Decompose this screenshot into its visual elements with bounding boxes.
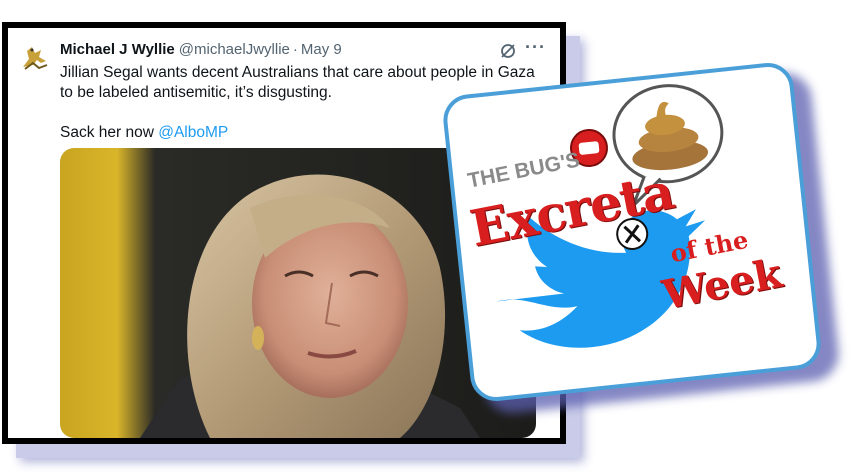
header-separator: · <box>292 41 298 58</box>
author-name[interactable]: Michael J Wyllie <box>60 41 175 58</box>
author-handle[interactable]: @michaelJwyllie <box>179 41 290 58</box>
mention-link[interactable]: @AlboMP <box>158 124 228 141</box>
tweet-header: Michael J Wyllie @michaelJwyllie · May 9 <box>60 41 342 58</box>
tweet-text-prefix: Sack her now <box>60 124 159 141</box>
more-horizontal-icon[interactable]: ··· <box>525 37 546 58</box>
tweet-date[interactable]: May 9 <box>301 41 342 58</box>
excreta-badge: THE BUG'S Excreta of the Week <box>440 60 824 404</box>
grok-icon[interactable] <box>499 42 517 60</box>
avatar[interactable] <box>19 41 51 73</box>
